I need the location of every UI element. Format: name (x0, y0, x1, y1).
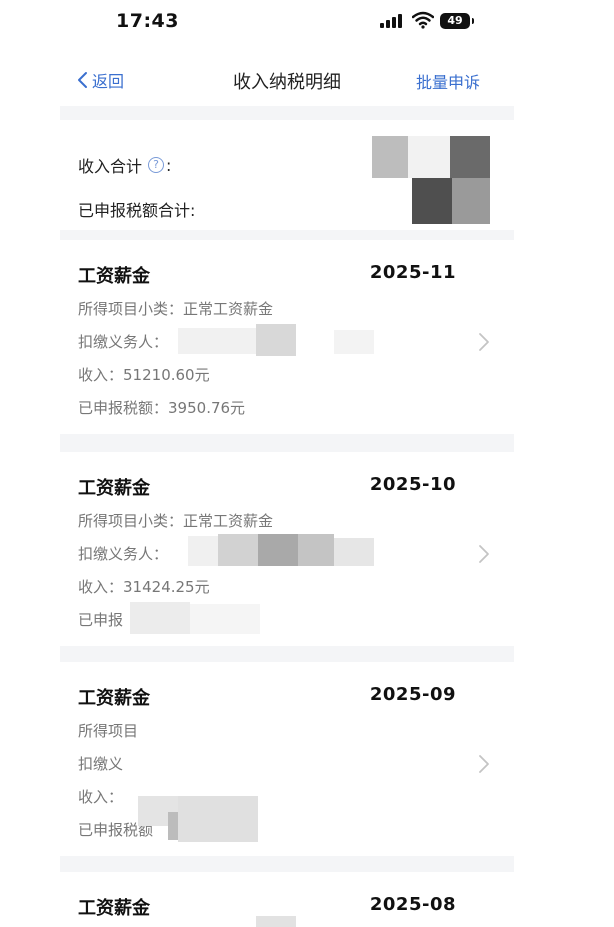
withholder-line: 扣缴义务人： (78, 543, 168, 564)
withholder-line: 扣缴义务人： (78, 331, 168, 352)
chevron-right-icon (479, 545, 489, 563)
back-button[interactable]: 返回 (76, 68, 124, 92)
income-line: 收入： (78, 786, 123, 807)
redacted-value (408, 136, 450, 178)
record-card[interactable]: 工资薪金 2025-08 (60, 872, 514, 927)
signal-icon (380, 14, 404, 28)
subcategory-value: 正常工资薪金 (183, 300, 274, 318)
record-date: 2025-08 (369, 894, 456, 915)
wifi-icon (412, 11, 434, 29)
redacted-value (258, 534, 298, 566)
subcategory-label: 所得项目小类： (78, 300, 184, 318)
tax-label: 已申报税额： (78, 399, 169, 417)
income-label: 收入： (78, 366, 124, 384)
redacted-value (450, 136, 490, 178)
redacted-value (452, 178, 490, 224)
nav-bar: 返回 收入纳税明细 批量申诉 (60, 56, 514, 106)
redacted-value (334, 330, 374, 354)
redacted-value (256, 916, 296, 927)
withholder-label: 扣缴义 (78, 755, 124, 773)
content-area: 收入合计 ? : 已申报税额合计: 工资薪金 2025-11 所得项目小类：正常… (60, 106, 514, 927)
subcategory-label: 所得项目 (78, 722, 139, 740)
withholder-label: 扣缴义务人： (78, 545, 169, 563)
tax-label: 已申报 (78, 611, 124, 629)
battery-icon: 49 (440, 13, 474, 29)
withholder-line: 扣缴义 (78, 753, 123, 774)
income-value: 31424.25元 (123, 578, 210, 596)
subcategory-line: 所得项目小类：正常工资薪金 (78, 510, 273, 531)
summary-card: 收入合计 ? : 已申报税额合计: (60, 120, 514, 230)
subcategory-line: 所得项目 (78, 720, 138, 741)
redacted-value (178, 796, 258, 842)
record-date: 2025-09 (369, 684, 456, 705)
tax-value: 3950.76元 (168, 399, 246, 417)
income-total-colon: : (166, 155, 172, 175)
chevron-right-icon (479, 755, 489, 773)
income-label: 收入： (78, 578, 124, 596)
tax-total-row: 已申报税额合计: (78, 197, 195, 221)
record-title: 工资薪金 (78, 898, 150, 919)
tax-total-label: 已申报税额合计: (78, 201, 196, 220)
record-title: 工资薪金 (78, 688, 150, 709)
back-label: 返回 (92, 72, 125, 91)
redacted-value (298, 534, 334, 566)
redacted-value (130, 602, 190, 634)
income-total-label: 收入合计 (78, 157, 143, 176)
status-time: 17:43 (116, 10, 179, 32)
chevron-left-icon (78, 72, 87, 88)
chevron-right-icon (479, 333, 489, 351)
subcategory-line: 所得项目小类：正常工资薪金 (78, 298, 273, 319)
status-bar: 17:43 49 (0, 0, 614, 44)
redacted-value (372, 136, 408, 178)
record-date: 2025-11 (369, 262, 456, 283)
record-date: 2025-10 (369, 474, 456, 495)
record-title: 工资薪金 (78, 266, 150, 287)
income-line: 收入：51210.60元 (78, 364, 210, 385)
income-total-row: 收入合计 ? : (78, 153, 171, 177)
record-card[interactable]: 工资薪金 2025-09 所得项目 扣缴义 收入： 已申报税额 (60, 662, 514, 856)
subcategory-label: 所得项目小类： (78, 512, 184, 530)
income-value: 51210.60元 (123, 366, 210, 384)
batch-appeal-button[interactable]: 批量申诉 (416, 69, 480, 93)
redacted-value (190, 604, 260, 634)
tax-line: 已申报税额：3950.76元 (78, 397, 245, 418)
record-card[interactable]: 工资薪金 2025-11 所得项目小类：正常工资薪金 扣缴义务人： 收入：512… (60, 240, 514, 434)
income-label: 收入： (78, 788, 124, 806)
redacted-value (218, 534, 258, 566)
subcategory-value: 正常工资薪金 (183, 512, 274, 530)
withholder-label: 扣缴义务人： (78, 333, 169, 351)
record-title: 工资薪金 (78, 478, 150, 499)
redacted-value (412, 178, 452, 224)
income-line: 收入：31424.25元 (78, 576, 210, 597)
help-icon[interactable]: ? (148, 157, 165, 173)
tax-line: 已申报 (78, 609, 123, 630)
redacted-value (188, 536, 218, 566)
redacted-value (178, 328, 256, 354)
redacted-value (256, 324, 296, 356)
record-card[interactable]: 工资薪金 2025-10 所得项目小类：正常工资薪金 扣缴义务人： 收入：314… (60, 452, 514, 646)
redacted-value (334, 538, 374, 566)
